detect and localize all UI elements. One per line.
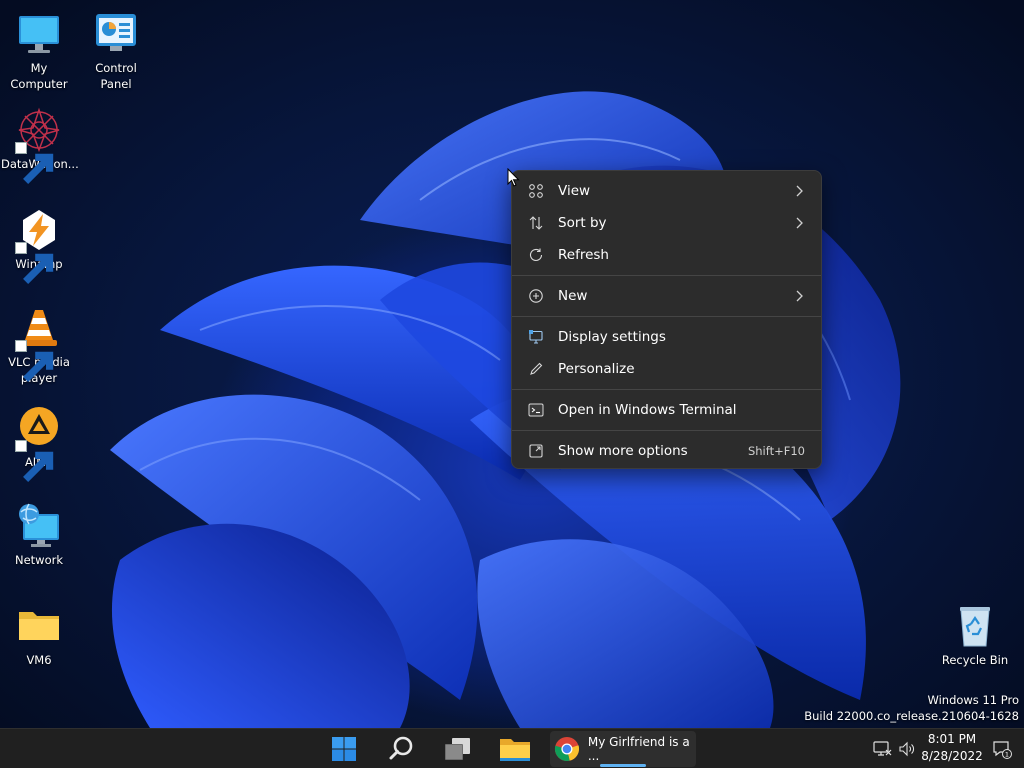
menu-item-label: Personalize [558,361,635,377]
clock-time: 8:01 PM [927,732,977,746]
menu-item-label: View [558,183,591,199]
system-tray [872,729,916,768]
shortcut-arrow-icon [15,340,54,382]
desktop-icon-recycle-bin[interactable]: Recycle Bin [937,602,1013,668]
file-explorer-icon [500,739,530,761]
task-view-icon [445,738,470,760]
chevron-right-icon [791,288,807,304]
desktop-icon-winamp[interactable]: Winamp [1,206,77,284]
desktop-context-menu: View Sort by Refresh New Display setting… [511,170,822,469]
chrome-icon [554,736,580,762]
menu-item-sort-by[interactable]: Sort by [516,207,817,239]
monitor-icon [15,10,63,58]
notification-icon: 1 [993,741,1012,759]
search-icon [389,736,413,760]
chevron-right-icon [791,215,807,231]
folder-icon [15,602,63,650]
task-view-button[interactable] [437,731,477,767]
refresh-icon [528,247,544,263]
menu-separator [512,316,821,317]
desktop-icon-vlc[interactable]: VLC media player [1,304,77,386]
notification-center-button[interactable]: 1 [992,729,1012,768]
desktop-icon-label: Network [14,553,64,567]
clock-date: 8/28/2022 [921,749,983,763]
menu-item-open-terminal[interactable]: Open in Windows Terminal [516,394,817,426]
start-icon [332,737,356,761]
chevron-right-icon [791,183,807,199]
taskbar-app-title: My Girlfriend is a ... [587,735,690,763]
datawagon-icon [15,106,63,184]
desktop-icon-control-panel[interactable]: Control Panel [78,10,154,92]
sort-arrows-icon [528,215,544,231]
menu-item-label: Open in Windows Terminal [558,402,737,418]
menu-separator [512,275,821,276]
windows-version-watermark: Windows 11 Pro Build 22000.co_release.21… [804,692,1019,724]
winamp-icon [15,206,63,284]
network-globe-icon [15,502,63,550]
keyboard-shortcut: Shift+F10 [747,444,805,458]
watermark-edition: Windows 11 Pro [927,693,1019,707]
control-panel-icon [92,10,140,58]
desktop-icon-label: Recycle Bin [941,653,1009,667]
desktop-icon-network[interactable]: Network [1,502,77,568]
desktop-icon-datawagon[interactable]: DataWagon... [1,106,79,184]
aimp-icon [15,404,63,482]
volume-icon[interactable] [898,740,916,758]
menu-item-new[interactable]: New [516,280,817,312]
menu-item-personalize[interactable]: Personalize [516,353,817,385]
menu-item-label: New [558,288,588,304]
desktop-icon-aimp[interactable]: AIMP [1,404,77,482]
menu-item-label: Show more options [558,443,688,459]
menu-separator [512,430,821,431]
pen-icon [528,361,544,377]
terminal-icon [528,402,544,418]
desktop-icon-label: VM6 [26,653,52,667]
desktop-icon-label: Control Panel [95,61,137,91]
recycle-bin-icon [951,602,999,650]
notification-count: 1 [1005,750,1009,758]
menu-item-refresh[interactable]: Refresh [516,239,817,271]
grid-icon [528,183,544,199]
display-settings-icon [528,329,544,345]
expand-icon [528,443,544,459]
menu-item-label: Refresh [558,247,609,263]
shortcut-arrow-icon [15,242,54,284]
watermark-build: Build 22000.co_release.210604-1628 [804,709,1019,723]
menu-separator [512,389,821,390]
shortcut-arrow-icon [15,440,54,482]
menu-item-label: Display settings [558,329,666,345]
search-button[interactable] [381,731,421,767]
file-explorer-button[interactable] [495,731,535,767]
menu-item-display-settings[interactable]: Display settings [516,321,817,353]
network-icon[interactable] [872,740,892,758]
vlc-cone-icon [15,304,63,382]
desktop-icon-vm6-folder[interactable]: VM6 [1,602,77,668]
menu-item-view[interactable]: View [516,175,817,207]
mouse-cursor-icon [507,168,520,187]
start-button[interactable] [324,731,364,767]
desktop-icon-my-computer[interactable]: My Computer [1,10,77,92]
desktop-icon-label: My Computer [10,61,68,91]
menu-item-label: Sort by [558,215,607,231]
taskbar-app-chrome[interactable]: My Girlfriend is a ... [550,731,696,767]
taskbar: My Girlfriend is a ... 8:01 PM 8/28/2022… [0,728,1024,768]
taskbar-clock[interactable]: 8:01 PM 8/28/2022 [920,731,984,765]
shortcut-arrow-icon [15,142,54,184]
active-indicator [600,764,646,767]
menu-item-show-more-options[interactable]: Show more options Shift+F10 [516,435,817,467]
plus-circle-icon [528,288,544,304]
